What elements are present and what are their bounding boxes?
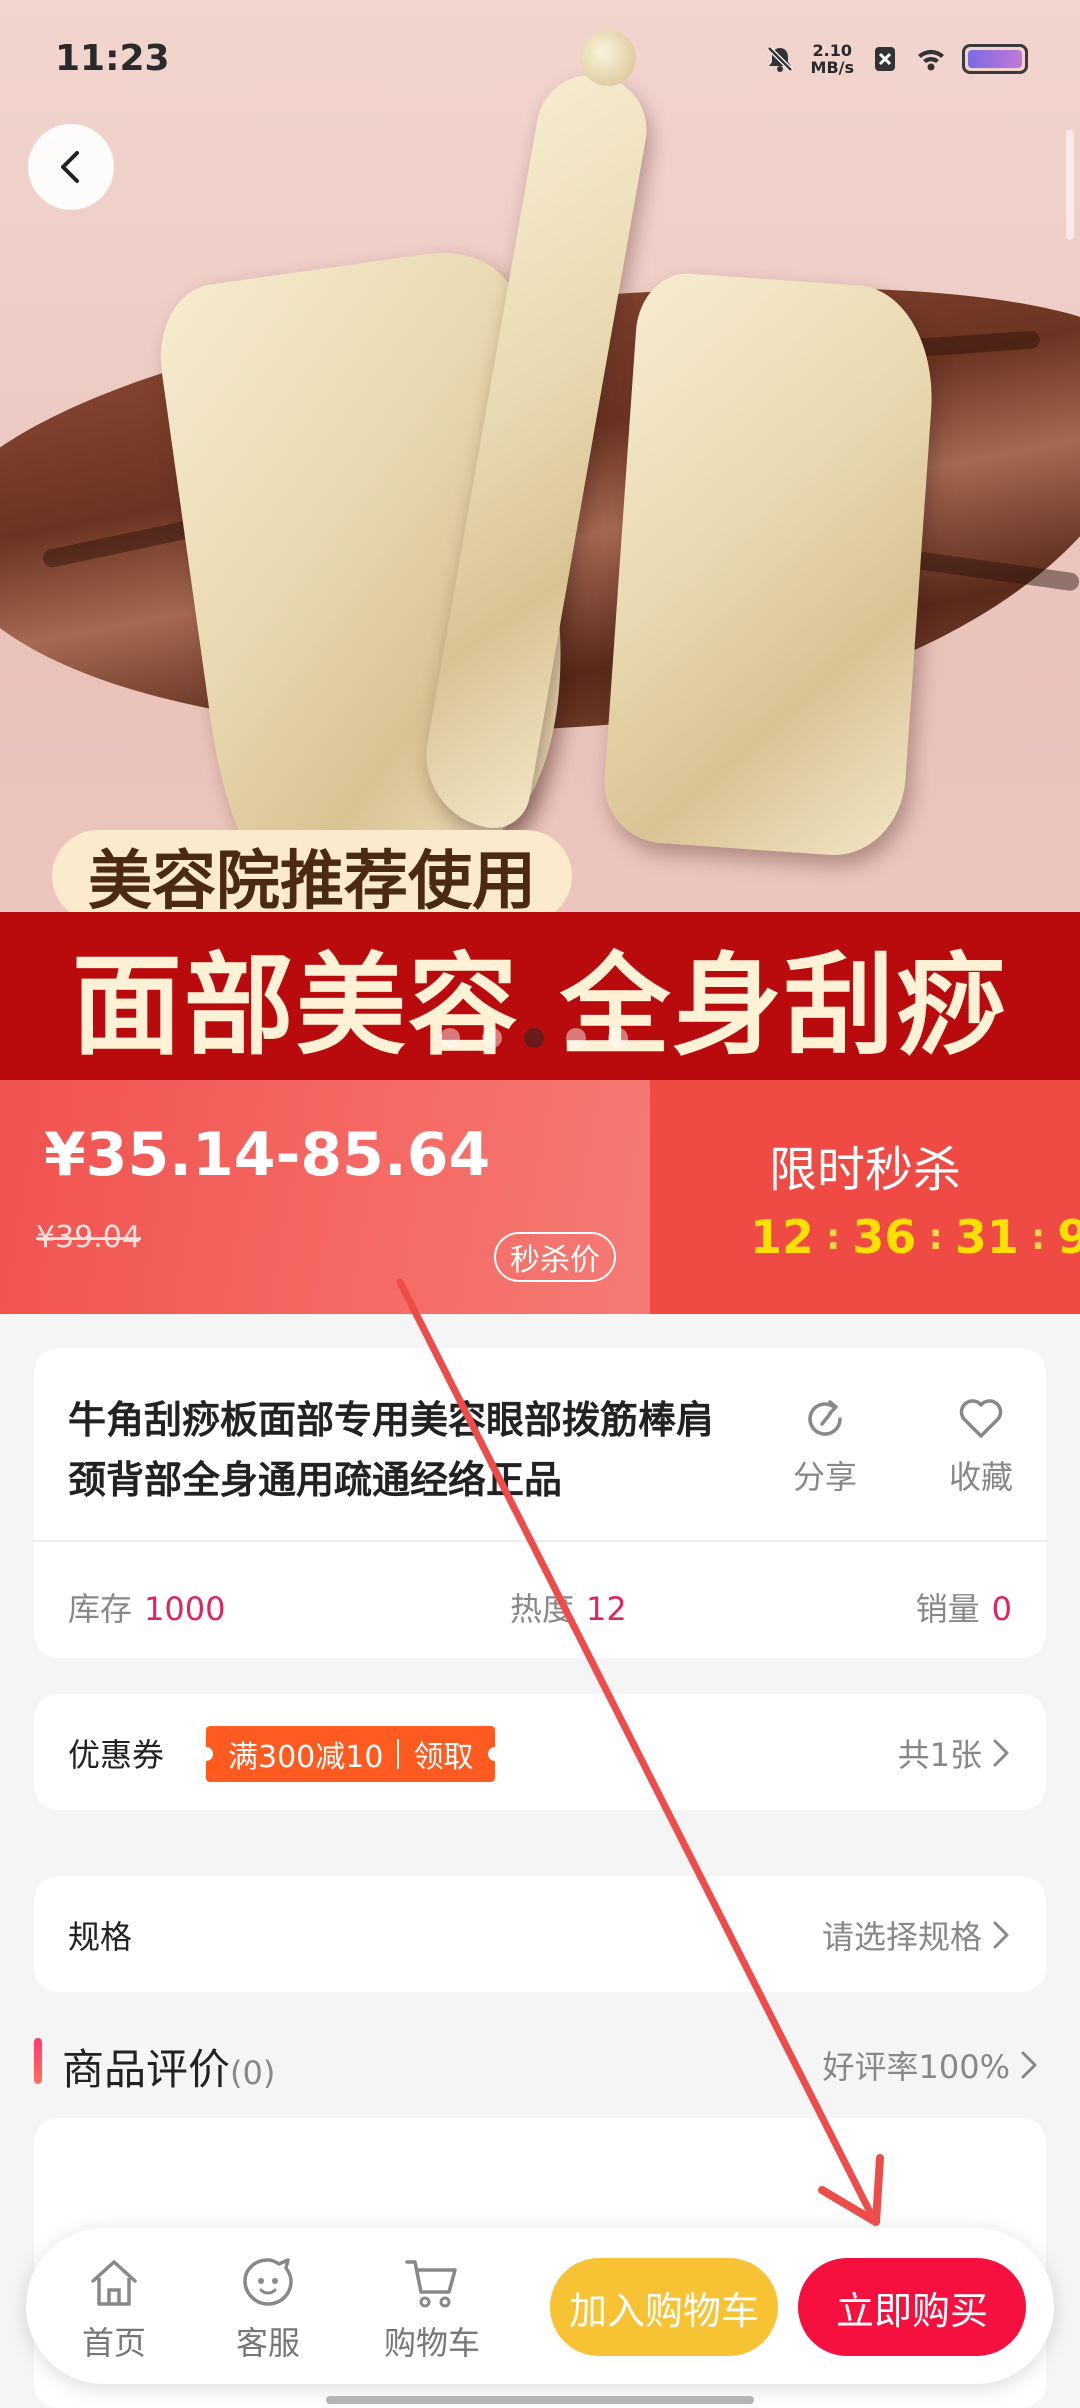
stock-label: 库存	[68, 1590, 133, 1628]
reviews-rate-link[interactable]: 好评率100%	[823, 2042, 1041, 2088]
scrollbar	[1066, 130, 1074, 240]
bottom-action-bar: 首页 客服 购物车 加入购物车 立即购买	[26, 2228, 1054, 2384]
countdown-separator: :	[1030, 1216, 1046, 1258]
coupon-claim: 领取	[413, 1740, 474, 1775]
coupon-offer: 满300减10	[228, 1740, 384, 1775]
network-speed-unit: MB/s	[810, 58, 854, 77]
buy-now-button[interactable]: 立即购买	[798, 2258, 1026, 2356]
stock-stat: 库存 1000	[68, 1584, 225, 1630]
price-bar: ¥35.14-85.64 ¥39.04 秒杀价 限时秒杀 12 : 36 : 3…	[0, 1080, 1080, 1314]
heart-icon	[959, 1399, 1003, 1438]
spec-label: 规格	[68, 1918, 133, 1956]
flash-price-tag: 秒杀价	[494, 1232, 616, 1282]
share-icon	[808, 1400, 842, 1436]
status-bar: 11:23 2.10 MB/s	[0, 0, 1080, 120]
coupon-label: 优惠券	[68, 1736, 165, 1774]
divider	[34, 1540, 1046, 1542]
carousel-dot[interactable]	[566, 1028, 586, 1048]
hero-tag: 美容院推荐使用	[52, 830, 572, 922]
countdown-seconds: 31	[954, 1210, 1019, 1264]
hero-banner-text: 面部美容 全身刮痧	[71, 942, 1009, 1070]
countdown-tenths: 9	[1057, 1210, 1080, 1264]
current-price: ¥35.14-85.64	[44, 1120, 491, 1190]
nav-cart[interactable]: 购物车	[372, 2254, 492, 2364]
chevron-left-icon	[61, 151, 79, 183]
original-price: ¥39.04	[36, 1220, 141, 1255]
reviews-header: 商品评价(0) 好评率100%	[34, 2036, 1046, 2096]
wifi-icon	[918, 49, 944, 71]
heat-stat: 热度 12	[510, 1584, 627, 1630]
nav-home[interactable]: 首页	[54, 2254, 174, 2364]
home-indicator	[326, 2396, 754, 2404]
reviews-title: 商品评价(0)	[62, 2036, 275, 2097]
share-button[interactable]: 分享	[770, 1394, 880, 1498]
chevron-right-icon	[1021, 2051, 1037, 2079]
coupon-badge[interactable]: 满300减10 领取	[198, 1726, 503, 1782]
countdown-separator: :	[928, 1216, 943, 1258]
carousel-dot[interactable]	[524, 1028, 544, 1048]
countdown-timer: 12 : 36 : 31 : 9	[750, 1210, 1080, 1264]
sales-label: 销量	[915, 1590, 980, 1628]
favorite-button[interactable]: 收藏	[926, 1394, 1036, 1498]
horn-scraper-right	[600, 270, 940, 860]
reviews-rate: 好评率100%	[822, 2048, 1011, 2086]
nav-service-label: 客服	[235, 2324, 300, 2362]
mute-bell-icon	[766, 46, 793, 72]
hero-banner: 面部美容 全身刮痧	[0, 912, 1080, 1080]
coupon-count: 共1张	[897, 1736, 982, 1774]
coupon-count-link[interactable]: 共1张	[898, 1730, 1012, 1776]
spec-placeholder: 请选择规格	[821, 1918, 982, 1956]
stock-value: 1000	[144, 1590, 226, 1628]
add-to-cart-button[interactable]: 加入购物车	[550, 2258, 778, 2356]
price-section: ¥35.14-85.64 ¥39.04 秒杀价	[0, 1080, 650, 1314]
product-info-card: 牛角刮痧板面部专用美容眼部拨筋棒肩颈背部全身通用疏通经络正品 分享 收藏 库存 1…	[34, 1348, 1046, 1658]
flash-sale-section: 限时秒杀 12 : 36 : 31 : 9	[650, 1080, 1080, 1314]
spec-select-link[interactable]: 请选择规格	[822, 1912, 1012, 1958]
nav-home-label: 首页	[81, 2324, 146, 2362]
home-icon	[91, 2260, 137, 2306]
share-label: 分享	[792, 1458, 857, 1496]
chevron-right-icon	[993, 1921, 1009, 1949]
product-image-carousel[interactable]: 美容院推荐使用 面部美容 全身刮痧	[0, 0, 1080, 1080]
nav-customer-service[interactable]: 客服	[208, 2254, 328, 2364]
battery-icon	[962, 44, 1028, 74]
carousel-dot[interactable]	[608, 1028, 628, 1048]
carousel-dot[interactable]	[482, 1028, 502, 1048]
coupon-divider	[397, 1739, 400, 1769]
back-button[interactable]	[28, 124, 114, 210]
chevron-right-icon	[993, 1739, 1009, 1767]
network-speed: 2.10 MB/s	[811, 42, 854, 76]
no-sim-icon	[875, 47, 895, 71]
sales-stat: 销量 0	[916, 1584, 1012, 1630]
coupon-row[interactable]: 优惠券 满300减10 领取 共1张	[34, 1694, 1046, 1810]
reviews-title-text: 商品评价	[62, 2045, 231, 2094]
heat-value: 12	[586, 1590, 627, 1628]
sales-value: 0	[991, 1590, 1012, 1628]
network-speed-value: 2.10	[812, 41, 852, 60]
nav-cart-label: 购物车	[383, 2324, 480, 2362]
customer-service-icon	[243, 2258, 293, 2306]
countdown-hours: 12	[750, 1210, 815, 1264]
reviews-count: (0)	[230, 2054, 276, 2092]
spec-row[interactable]: 规格 请选择规格	[34, 1876, 1046, 1992]
carousel-dots[interactable]	[440, 1028, 628, 1048]
cart-icon	[405, 2260, 457, 2308]
favorite-label: 收藏	[948, 1458, 1013, 1496]
carousel-dot[interactable]	[440, 1028, 460, 1048]
countdown-separator: :	[826, 1216, 841, 1258]
clock: 11:23	[55, 38, 170, 79]
section-accent-bar	[34, 2038, 42, 2084]
flash-sale-title: 限时秒杀	[768, 1142, 961, 1198]
countdown-minutes: 36	[852, 1210, 917, 1264]
product-title: 牛角刮痧板面部专用美容眼部拨筋棒肩颈背部全身通用疏通经络正品	[68, 1398, 715, 1502]
heat-label: 热度	[510, 1590, 575, 1628]
